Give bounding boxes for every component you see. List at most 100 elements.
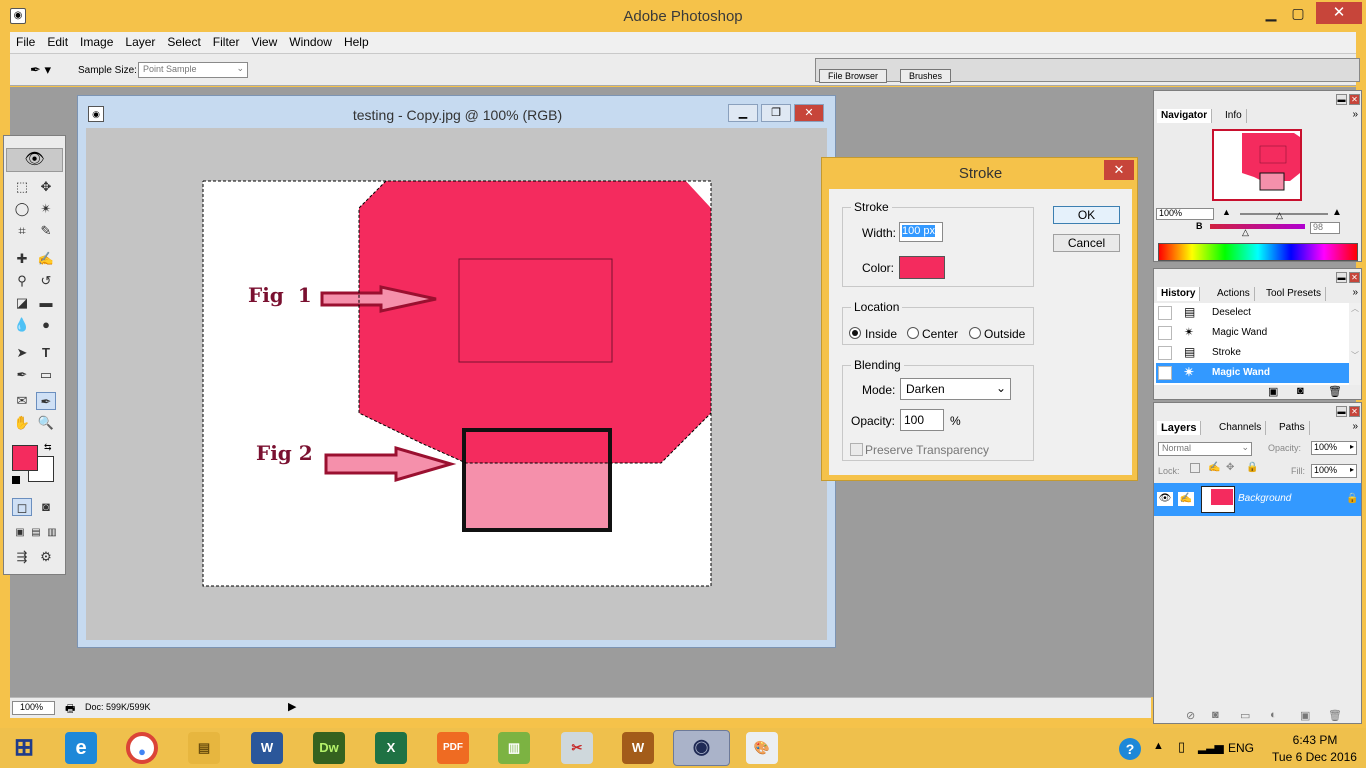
menu-view[interactable]: View [245, 32, 283, 52]
default-colors-icon[interactable] [12, 476, 20, 484]
file-explorer-icon[interactable]: ▤ [188, 732, 220, 764]
palette-minimize-button[interactable]: ▬ [1336, 272, 1347, 283]
menu-select[interactable]: Select [161, 32, 206, 52]
eye-icon[interactable]: 👁 [1157, 492, 1173, 506]
marquee-tool-icon[interactable]: ⬚ [12, 178, 32, 196]
screen-mode-full-icon[interactable]: ▥ [42, 524, 62, 542]
delete-layer-icon[interactable]: 🗑 [1328, 709, 1342, 722]
history-item-active[interactable]: ✴ Magic Wand [1156, 363, 1349, 383]
color-channel-input[interactable]: 98 [1310, 222, 1340, 234]
minimize-button[interactable]: ▁ [1256, 2, 1286, 24]
print-preview-icon[interactable]: 🖶 [65, 700, 75, 719]
new-layer-icon[interactable]: ▣ [1300, 709, 1310, 722]
tab-paths[interactable]: Paths [1275, 421, 1310, 435]
clone-stamp-icon[interactable]: ⚲ [12, 272, 32, 290]
pdf-icon[interactable]: PDF [437, 732, 469, 764]
new-document-from-state-icon[interactable]: ▣ [1268, 385, 1278, 398]
eyedropper-tool-icon[interactable]: ✒ [36, 392, 56, 410]
history-scrollbar[interactable]: ︿ ﹀ [1349, 303, 1361, 385]
layer-style-icon[interactable]: ⊘ [1186, 709, 1195, 722]
help-icon[interactable]: ? [1119, 738, 1141, 760]
menu-image[interactable]: Image [74, 32, 119, 52]
standard-mode-icon[interactable]: ◻ [12, 498, 32, 516]
word-2007-icon[interactable]: W [251, 732, 283, 764]
layer-mask-icon[interactable]: ◙ [1212, 709, 1219, 721]
history-item[interactable]: ▤ Stroke [1156, 343, 1349, 363]
blend-mode-select[interactable]: Normal ⌄ [1158, 442, 1252, 456]
adjustment-layer-icon[interactable]: ◐ [1270, 709, 1277, 721]
gradient-tool-icon[interactable]: ▬ [36, 294, 56, 312]
blur-tool-icon[interactable]: 💧 [12, 316, 32, 334]
jump-to-imageready-icon[interactable]: ⇶ [12, 548, 32, 566]
menu-file[interactable]: File [10, 32, 41, 52]
dodge-tool-icon[interactable]: ● [36, 316, 56, 334]
new-group-icon[interactable]: ▭ [1240, 709, 1250, 722]
eraser-tool-icon[interactable]: ◪ [12, 294, 32, 312]
hand-tool-icon[interactable]: ✋ [12, 414, 32, 432]
maximize-button[interactable]: ▢ [1283, 2, 1313, 24]
tab-brushes[interactable]: Brushes [900, 69, 952, 83]
cancel-button[interactable]: Cancel [1053, 234, 1120, 252]
new-snapshot-icon[interactable]: ◙ [1297, 385, 1304, 397]
doc-close-button[interactable]: ✕ [794, 104, 824, 122]
notes-tool-icon[interactable]: ✉ [12, 392, 32, 410]
photoshop-taskbar-icon[interactable]: ◉ [673, 730, 730, 766]
paint-icon[interactable]: 🎨 [746, 732, 778, 764]
palette-minimize-button[interactable]: ▬ [1336, 94, 1347, 105]
width-input[interactable]: 100 px [899, 222, 943, 242]
clock-date[interactable]: Tue 6 Dec 2016 [1262, 750, 1366, 764]
chart-app-icon[interactable]: ▥ [498, 732, 530, 764]
history-checkbox[interactable] [1158, 346, 1172, 360]
type-tool-icon[interactable]: T [36, 344, 56, 362]
excel-icon[interactable]: X [375, 732, 407, 764]
brush-tool-icon[interactable]: ✍ [36, 250, 56, 268]
color-channel-thumb[interactable]: △ [1242, 228, 1249, 237]
snipping-tool-icon[interactable]: ✂ [561, 732, 593, 764]
zoom-in-icon[interactable]: ▲ [1332, 207, 1342, 218]
healing-brush-icon[interactable]: ✚ [12, 250, 32, 268]
pen-tool-icon[interactable]: ✒ [12, 366, 32, 384]
lock-all-icon[interactable]: 🔒 [1246, 462, 1258, 473]
eyedropper-tool-preset-icon[interactable]: ✒ ▾ [30, 62, 51, 78]
palette-close-button[interactable]: ✕ [1349, 406, 1360, 417]
menu-filter[interactable]: Filter [207, 32, 246, 52]
location-inside-label[interactable]: Inside [865, 327, 897, 341]
navigator-zoom-slider-thumb[interactable]: △ [1276, 211, 1283, 220]
doc-minimize-button[interactable]: ▁ [728, 104, 758, 122]
location-outside-label[interactable]: Outside [984, 327, 1025, 341]
layer-opacity-input[interactable]: 100% ▸ [1311, 441, 1357, 455]
mode-select[interactable]: Darken ⌄ [900, 378, 1011, 400]
lock-image-icon[interactable]: ✍ [1208, 462, 1220, 473]
sample-size-select[interactable]: Point Sample ⌄ [138, 62, 248, 78]
palette-close-button[interactable]: ✕ [1349, 94, 1360, 105]
palette-menu-icon[interactable]: » [1352, 287, 1358, 298]
history-item[interactable]: ✴ Magic Wand [1156, 323, 1349, 343]
navigator-preview[interactable] [1212, 129, 1302, 201]
tab-file-browser[interactable]: File Browser [819, 69, 888, 83]
stroke-color-swatch[interactable] [899, 256, 945, 279]
layer-name[interactable]: Background [1238, 493, 1291, 504]
close-button[interactable]: ✕ [1316, 2, 1362, 24]
tab-history[interactable]: History [1157, 287, 1201, 301]
network-icon[interactable]: ▂▃▅ [1198, 740, 1224, 754]
stroke-dialog-close-button[interactable]: ✕ [1104, 160, 1134, 180]
menu-edit[interactable]: Edit [41, 32, 74, 52]
imageready-icon[interactable]: ⚙ [36, 548, 56, 566]
tab-navigator[interactable]: Navigator [1157, 109, 1213, 123]
brush-link-icon[interactable]: ✍ [1178, 492, 1194, 506]
input-language[interactable]: ENG [1228, 741, 1254, 755]
palette-minimize-button[interactable]: ▬ [1336, 406, 1347, 417]
location-center-label[interactable]: Center [922, 327, 958, 341]
shape-tool-icon[interactable]: ▭ [36, 366, 56, 384]
magic-wand-tool-icon[interactable]: ✴ [36, 200, 56, 218]
location-inside-radio[interactable] [849, 327, 861, 339]
lock-transparent-icon[interactable] [1190, 463, 1200, 473]
menu-layer[interactable]: Layer [119, 32, 161, 52]
image-canvas[interactable] [86, 128, 827, 640]
zoom-out-icon[interactable]: ▲ [1222, 207, 1231, 217]
status-menu-arrow-icon[interactable]: ▶ [288, 700, 296, 713]
start-button-icon[interactable]: ⊞ [8, 732, 40, 764]
fill-input[interactable]: 100% ▸ [1311, 464, 1357, 478]
tab-info[interactable]: Info [1221, 109, 1247, 123]
status-zoom-input[interactable]: 100% [12, 701, 55, 715]
